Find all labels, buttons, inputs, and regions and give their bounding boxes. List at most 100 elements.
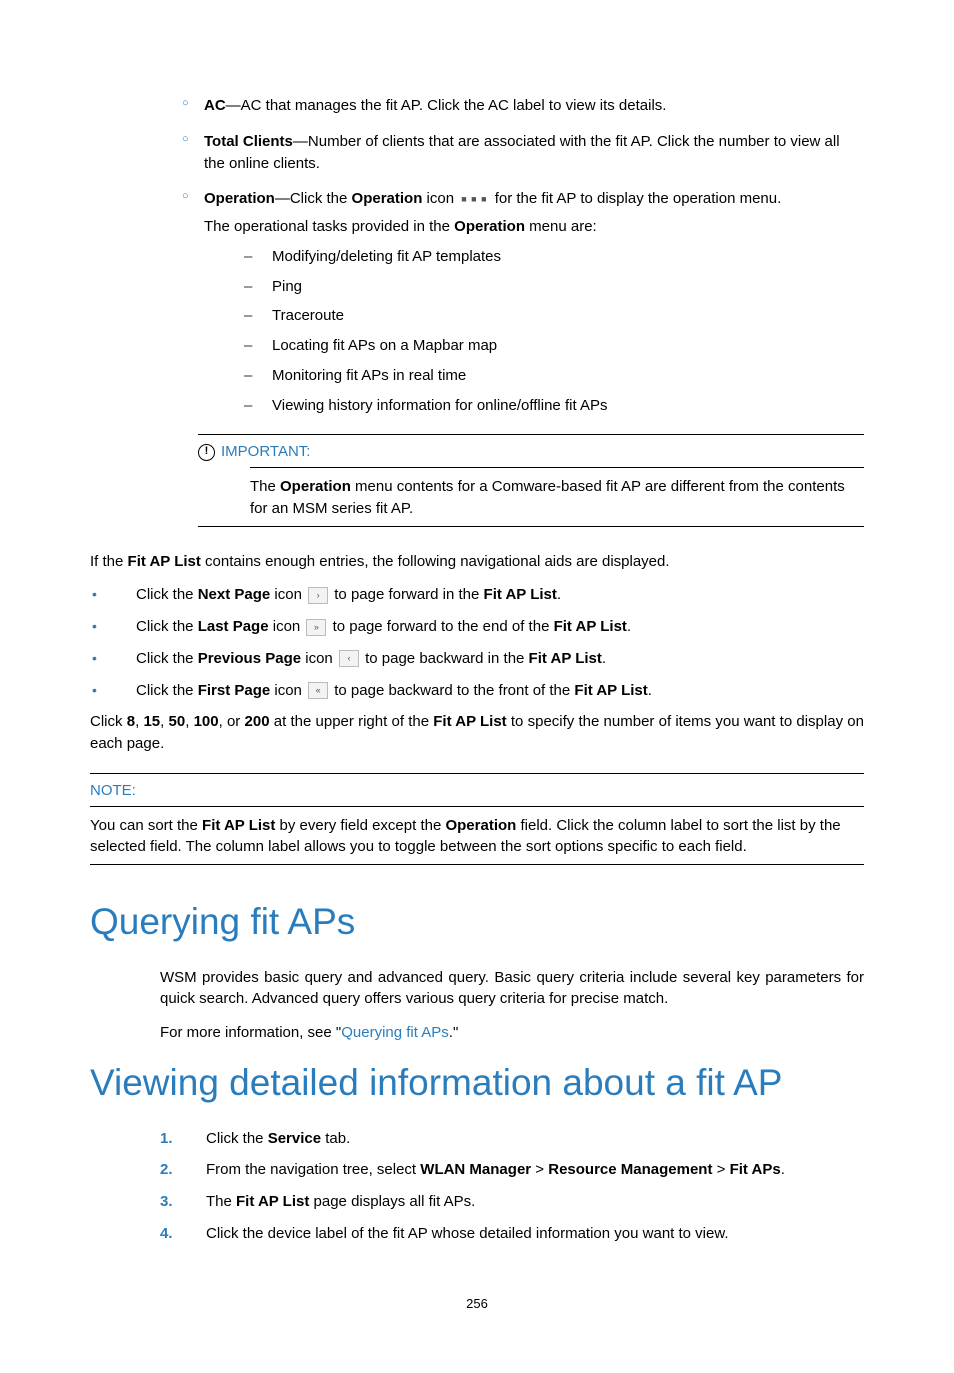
- text: The: [206, 1193, 236, 1210]
- text: icon: [269, 618, 305, 635]
- step-number: 3.: [160, 1191, 173, 1213]
- heading-querying-fit-aps: Querying fit APs: [90, 895, 864, 949]
- list-item: Total Clients—Number of clients that are…: [182, 131, 864, 175]
- list-item: Click the Previous Page icon ‹ to page b…: [90, 648, 864, 670]
- text: icon: [301, 650, 337, 667]
- nav-aid-list: Click the Next Page icon › to page forwa…: [90, 584, 864, 701]
- step-item: 3. The Fit AP List page displays all fit…: [160, 1191, 864, 1213]
- bold-text: Next Page: [198, 586, 271, 603]
- bold-text: Operation: [352, 190, 423, 207]
- text: >: [712, 1161, 729, 1178]
- list-item: Locating fit APs on a Mapbar map: [244, 335, 864, 357]
- last-page-icon: »: [306, 619, 326, 636]
- text: icon: [270, 586, 306, 603]
- text: menu are:: [525, 218, 597, 235]
- list-item: Click the Last Page icon » to page forwa…: [90, 616, 864, 638]
- page-number: 256: [90, 1295, 864, 1314]
- text: —Number of clients that are associated w…: [204, 133, 840, 172]
- text: Click the: [136, 586, 198, 603]
- text: If the: [90, 553, 128, 570]
- paragraph: If the Fit AP List contains enough entri…: [90, 551, 864, 573]
- list-item: Monitoring fit APs in real time: [244, 365, 864, 387]
- dash-list: Modifying/deleting fit AP templates Ping…: [244, 246, 864, 417]
- paragraph: For more information, see "Querying fit …: [160, 1022, 864, 1044]
- text: ,: [185, 713, 193, 730]
- list-item: Click the Next Page icon › to page forwa…: [90, 584, 864, 606]
- bold-text: Previous Page: [198, 650, 301, 667]
- text: The operational tasks provided in the: [204, 218, 454, 235]
- bold-text: 15: [143, 713, 160, 730]
- text: tab.: [321, 1130, 350, 1147]
- exclamation-icon: !: [198, 444, 215, 461]
- text: The: [250, 478, 280, 495]
- list-item: AC—AC that manages the fit AP. Click the…: [182, 95, 864, 117]
- bold-text: Fit AP List: [554, 618, 627, 635]
- term-total-clients: Total Clients: [204, 133, 293, 150]
- bold-text: Resource Management: [548, 1161, 712, 1178]
- bold-text: Fit AP List: [529, 650, 602, 667]
- more-icon: ■ ■ ■: [461, 193, 487, 206]
- list-item: Ping: [244, 276, 864, 298]
- bold-text: Service: [268, 1130, 321, 1147]
- steps-list: 1. Click the Service tab. 2. From the na…: [160, 1128, 864, 1245]
- sub-paragraph: The operational tasks provided in the Op…: [204, 216, 864, 238]
- list-item: Modifying/deleting fit AP templates: [244, 246, 864, 268]
- text: —Click the: [275, 190, 352, 207]
- text: >: [531, 1161, 548, 1178]
- text: .: [557, 586, 561, 603]
- bold-text: Fit APs: [730, 1161, 781, 1178]
- section-viewing-detail: Viewing detailed information about a fit…: [160, 1056, 864, 1245]
- text: —AC that manages the fit AP. Click the A…: [226, 97, 667, 114]
- text: Modifying/deleting fit AP templates: [272, 248, 501, 265]
- paragraph: WSM provides basic query and advanced qu…: [160, 967, 864, 1011]
- list-item: Operation—Click the Operation icon ■ ■ ■…: [182, 188, 864, 416]
- important-callout: ! IMPORTANT: The Operation menu contents…: [198, 434, 864, 526]
- step-item: 1. Click the Service tab.: [160, 1128, 864, 1150]
- text: icon: [422, 190, 458, 207]
- document-page: AC—AC that manages the fit AP. Click the…: [0, 0, 954, 1373]
- bold-text: Operation: [280, 478, 351, 495]
- bold-text: 100: [194, 713, 219, 730]
- text: Locating fit APs on a Mapbar map: [272, 337, 497, 354]
- text: Ping: [272, 278, 302, 295]
- text: ,: [160, 713, 168, 730]
- text: to page backward in the: [361, 650, 529, 667]
- text: to page forward to the end of the: [328, 618, 553, 635]
- text: .: [602, 650, 606, 667]
- step-number: 1.: [160, 1128, 173, 1150]
- bold-text: First Page: [198, 682, 271, 699]
- text: .: [627, 618, 631, 635]
- text: to page backward to the front of the: [330, 682, 574, 699]
- bold-text: Operation: [454, 218, 525, 235]
- next-page-icon: ›: [308, 587, 328, 604]
- bold-text: Fit AP List: [433, 713, 506, 730]
- list-item: Click the First Page icon « to page back…: [90, 680, 864, 702]
- text: Click the: [136, 682, 198, 699]
- step-item: 2. From the navigation tree, select WLAN…: [160, 1159, 864, 1181]
- section-querying: Querying fit APs WSM provides basic quer…: [160, 895, 864, 1044]
- link-querying-fit-aps[interactable]: Querying fit APs: [341, 1024, 449, 1041]
- bold-text: Last Page: [198, 618, 269, 635]
- text: Monitoring fit APs in real time: [272, 367, 466, 384]
- circle-list: AC—AC that manages the fit AP. Click the…: [182, 95, 864, 416]
- text: Traceroute: [272, 307, 344, 324]
- text: at the upper right of the: [270, 713, 434, 730]
- bold-text: Fit AP List: [202, 817, 275, 834]
- term-ac: AC: [204, 97, 226, 114]
- bold-text: Fit AP List: [574, 682, 647, 699]
- step-number: 2.: [160, 1159, 173, 1181]
- text: Viewing history information for online/o…: [272, 397, 607, 414]
- bold-text: Operation: [445, 817, 516, 834]
- text: Click the: [206, 1130, 268, 1147]
- definition-list: AC—AC that manages the fit AP. Click the…: [160, 95, 864, 527]
- previous-page-icon: ‹: [339, 650, 359, 667]
- important-body: The Operation menu contents for a Comwar…: [250, 467, 864, 526]
- heading-viewing-detail: Viewing detailed information about a fit…: [90, 1056, 864, 1110]
- text: for the fit AP to display the operation …: [491, 190, 782, 207]
- list-item: Traceroute: [244, 305, 864, 327]
- heading-text: IMPORTANT:: [221, 441, 310, 463]
- bold-text: Fit AP List: [128, 553, 201, 570]
- text: Click the: [136, 650, 198, 667]
- text: .: [781, 1161, 785, 1178]
- first-page-icon: «: [308, 682, 328, 699]
